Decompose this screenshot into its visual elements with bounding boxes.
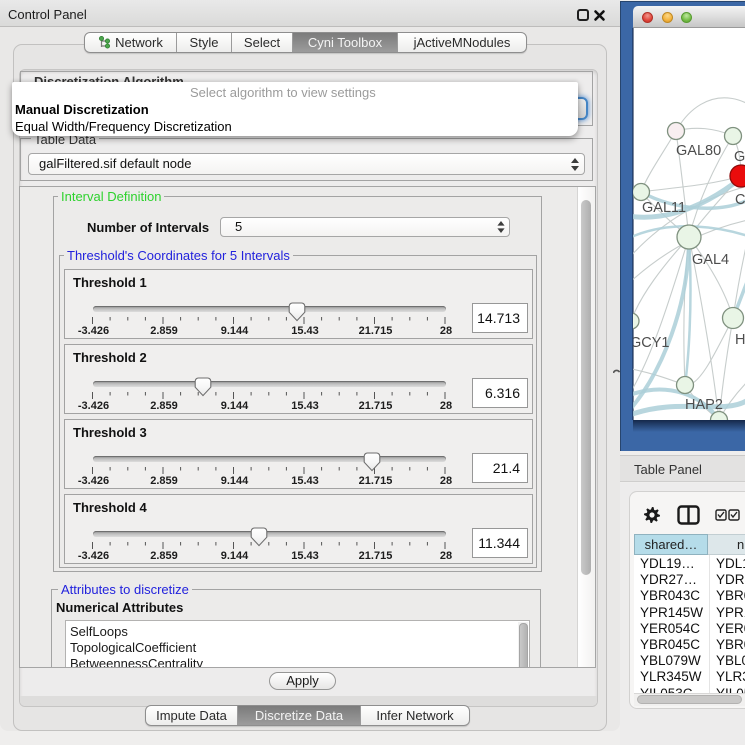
- svg-text:GA: GA: [734, 149, 745, 165]
- svg-text:HAP2: HAP2: [685, 397, 723, 413]
- svg-text:GAL11: GAL11: [642, 200, 686, 216]
- svg-text:H: H: [735, 332, 745, 348]
- svg-text:GAL80: GAL80: [676, 143, 721, 159]
- svg-text:C: C: [735, 192, 745, 208]
- svg-text:GCY1: GCY1: [633, 335, 670, 351]
- svg-text:GAL4: GAL4: [692, 252, 729, 268]
